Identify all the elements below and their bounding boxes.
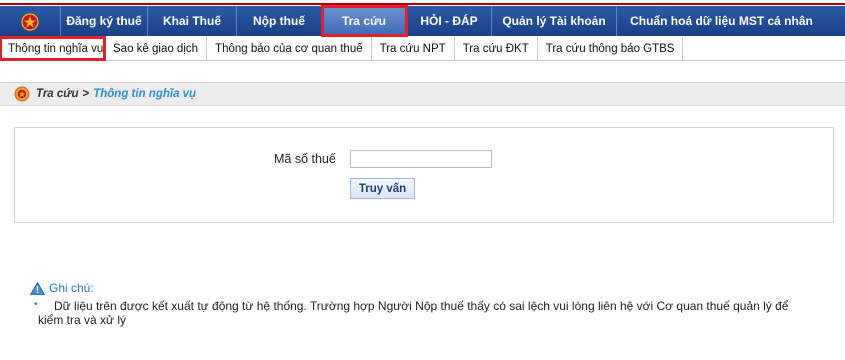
nav-tra-cuu[interactable]: Tra cứu [321,5,408,37]
nav-chuan-hoa-mst[interactable]: Chuẩn hoá dữ liệu MST cá nhân [617,6,826,36]
subnav-tra-cuu-gtbs[interactable]: Tra cứu thông báo GTBS [538,37,684,60]
query-button[interactable]: Truy vấn [350,178,415,199]
emblem-icon [14,86,30,102]
top-border [0,0,845,5]
mst-label: Mã số thuế [274,152,336,166]
note-text: Dữ liệu trên được kết xuất tự động từ hệ… [38,299,798,327]
home-emblem-icon [21,13,39,31]
subnav-tra-cuu-dkt[interactable]: Tra cứu ĐKT [455,37,538,60]
breadcrumb: Tra cứu > Thông tin nghĩa vụ [0,82,845,106]
breadcrumb-current: Thông tin nghĩa vụ [93,88,197,100]
sub-nav: Thông tin nghĩa vụ Sao kê giao dịch Thôn… [0,36,845,61]
nav-hoi-dap[interactable]: HỎI - ĐÁP [407,6,492,36]
mst-input[interactable] [350,150,492,168]
nav-quan-ly-tai-khoan[interactable]: Quản lý Tài khoản [492,6,617,36]
note-header: Ghi chú: [30,281,94,295]
nav-khai-thue[interactable]: Khai Thuế [148,6,237,36]
note-text-content: Dữ liệu trên được kết xuất tự động từ hệ… [38,299,789,327]
note-title: Ghi chú: [49,281,94,295]
warning-icon [30,281,45,295]
nav-dang-ky-thue[interactable]: Đăng ký thuế [61,6,148,36]
subnav-sao-ke-giao-dich[interactable]: Sao kê giao dịch [105,37,208,60]
subnav-thong-tin-nghia-vu[interactable]: Thông tin nghĩa vụ [0,36,106,61]
breadcrumb-separator: > [82,88,90,100]
search-form: Mã số thuế Truy vấn [14,127,834,223]
home-button[interactable] [0,6,61,36]
subnav-thong-bao-co-quan-thue[interactable]: Thông báo của cơ quan thuế [207,37,372,60]
main-nav: Đăng ký thuế Khai Thuế Nộp thuế Tra cứu … [0,5,845,37]
note-bullet: • [34,299,38,310]
breadcrumb-parent[interactable]: Tra cứu [36,88,79,100]
nav-nop-thue[interactable]: Nộp thuế [237,6,322,36]
subnav-tra-cuu-npt[interactable]: Tra cứu NPT [372,37,455,60]
